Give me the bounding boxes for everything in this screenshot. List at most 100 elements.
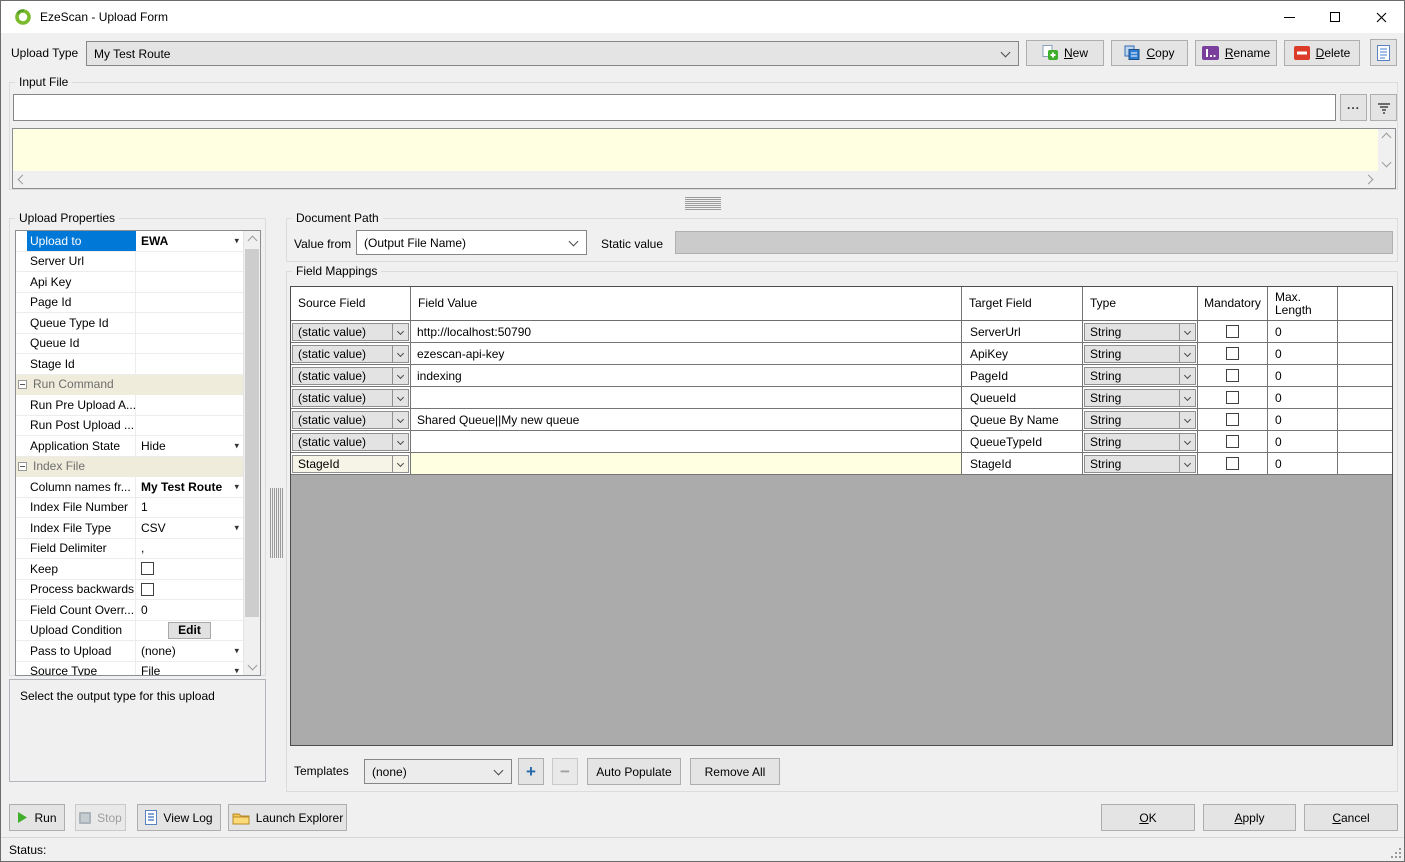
- property-value[interactable]: CSV▾: [136, 518, 243, 538]
- dropdown-arrow-icon[interactable]: ▾: [234, 666, 239, 675]
- max-length-cell[interactable]: 0: [1268, 431, 1338, 452]
- minimize-button[interactable]: [1266, 1, 1312, 33]
- type-dropdown[interactable]: String: [1084, 323, 1196, 341]
- mandatory-checkbox[interactable]: [1226, 391, 1239, 404]
- upload-type-combobox[interactable]: My Test Route: [86, 41, 1019, 66]
- property-row[interactable]: Upload ConditionEdit: [16, 621, 243, 642]
- field-value-cell[interactable]: Shared Queue||My new queue: [411, 409, 962, 430]
- type-dropdown[interactable]: String: [1084, 389, 1196, 407]
- vertical-scrollbar[interactable]: [1378, 129, 1395, 171]
- property-row[interactable]: Queue Type Id: [16, 313, 243, 334]
- view-log-button[interactable]: View Log: [137, 804, 221, 831]
- chevron-down-icon[interactable]: [1179, 390, 1195, 406]
- property-value[interactable]: [136, 272, 243, 292]
- horizontal-splitter[interactable]: [685, 197, 721, 210]
- dropdown-arrow-icon[interactable]: ▾: [234, 481, 239, 492]
- vertical-splitter[interactable]: [270, 488, 283, 558]
- chevron-down-icon[interactable]: [1179, 412, 1195, 428]
- source-field-dropdown[interactable]: (static value): [292, 433, 409, 451]
- chevron-down-icon[interactable]: [392, 434, 408, 450]
- mandatory-checkbox[interactable]: [1226, 435, 1239, 448]
- field-value-cell[interactable]: http://localhost:50790: [411, 321, 962, 342]
- edit-button[interactable]: Edit: [168, 622, 211, 639]
- scroll-down-icon[interactable]: [248, 661, 258, 671]
- property-value[interactable]: EWA▾: [136, 231, 243, 251]
- dropdown-arrow-icon[interactable]: ▾: [234, 522, 239, 533]
- scrollbar-thumb[interactable]: [245, 249, 259, 617]
- remove-template-button[interactable]: −: [552, 758, 578, 785]
- chevron-down-icon[interactable]: [392, 412, 408, 428]
- property-row[interactable]: Queue Id: [16, 334, 243, 355]
- input-file-path-field[interactable]: [13, 94, 1336, 121]
- property-row[interactable]: Stage Id: [16, 354, 243, 375]
- property-value[interactable]: ,: [136, 539, 243, 559]
- type-dropdown[interactable]: String: [1084, 433, 1196, 451]
- property-value[interactable]: [136, 293, 243, 313]
- property-value[interactable]: [136, 252, 243, 272]
- collapse-expander-icon[interactable]: [18, 462, 27, 471]
- property-row[interactable]: Process backwards: [16, 580, 243, 601]
- delete-button[interactable]: Delete: [1284, 40, 1360, 66]
- property-row[interactable]: Keep: [16, 559, 243, 580]
- checkbox[interactable]: [141, 583, 154, 596]
- field-value-cell[interactable]: indexing: [411, 365, 962, 386]
- property-row[interactable]: Source TypeFile▾: [16, 662, 243, 676]
- notes-button[interactable]: [1370, 39, 1397, 66]
- chevron-down-icon[interactable]: [1179, 368, 1195, 384]
- mandatory-checkbox[interactable]: [1226, 347, 1239, 360]
- property-value[interactable]: [136, 559, 243, 579]
- property-value[interactable]: 0: [136, 600, 243, 620]
- max-length-cell[interactable]: 0: [1268, 343, 1338, 364]
- property-row[interactable]: Upload toEWA▾: [16, 231, 243, 252]
- type-dropdown[interactable]: String: [1084, 367, 1196, 385]
- property-row[interactable]: Application StateHide▾: [16, 436, 243, 457]
- chevron-down-icon[interactable]: [1179, 324, 1195, 340]
- property-value[interactable]: [136, 354, 243, 374]
- property-value[interactable]: Edit: [136, 621, 243, 641]
- property-value[interactable]: [136, 580, 243, 600]
- chevron-down-icon[interactable]: [1179, 346, 1195, 362]
- property-grid-scrollbar[interactable]: [243, 231, 260, 675]
- stop-button[interactable]: Stop: [75, 804, 126, 831]
- field-value-cell[interactable]: ezescan-api-key: [411, 343, 962, 364]
- scroll-right-icon[interactable]: [1364, 175, 1374, 185]
- dropdown-arrow-icon[interactable]: ▾: [234, 440, 239, 451]
- dropdown-arrow-icon[interactable]: ▾: [234, 645, 239, 656]
- chevron-down-icon[interactable]: [1179, 434, 1195, 450]
- scroll-up-icon[interactable]: [1382, 133, 1392, 143]
- property-row[interactable]: Index File Number1: [16, 498, 243, 519]
- type-dropdown[interactable]: String: [1084, 455, 1196, 473]
- property-value[interactable]: Hide▾: [136, 436, 243, 456]
- type-dropdown[interactable]: String: [1084, 411, 1196, 429]
- type-dropdown[interactable]: String: [1084, 345, 1196, 363]
- chevron-down-icon[interactable]: [392, 390, 408, 406]
- scroll-left-icon[interactable]: [18, 175, 28, 185]
- property-row[interactable]: Column names fr...My Test Route▾: [16, 477, 243, 498]
- mandatory-checkbox[interactable]: [1226, 413, 1239, 426]
- property-value[interactable]: [136, 416, 243, 436]
- auto-populate-button[interactable]: Auto Populate: [587, 758, 681, 785]
- max-length-cell[interactable]: 0: [1268, 453, 1338, 474]
- field-value-cell[interactable]: [411, 431, 962, 452]
- source-field-dropdown[interactable]: StageId: [292, 455, 409, 473]
- dropdown-arrow-icon[interactable]: ▾: [234, 235, 239, 246]
- remove-all-button[interactable]: Remove All: [690, 758, 780, 785]
- property-row[interactable]: Server Url: [16, 252, 243, 273]
- checkbox[interactable]: [141, 562, 154, 575]
- property-row[interactable]: Index File TypeCSV▾: [16, 518, 243, 539]
- maximize-button[interactable]: [1312, 1, 1358, 33]
- property-row[interactable]: Pass to Upload(none)▾: [16, 641, 243, 662]
- property-row[interactable]: Page Id: [16, 293, 243, 314]
- filter-button[interactable]: [1370, 94, 1397, 121]
- chevron-down-icon[interactable]: [392, 346, 408, 362]
- chevron-down-icon[interactable]: [392, 456, 408, 472]
- property-row[interactable]: Run Pre Upload A...: [16, 395, 243, 416]
- ok-button[interactable]: OK: [1101, 804, 1195, 831]
- scroll-down-icon[interactable]: [1382, 158, 1392, 168]
- apply-button[interactable]: Apply: [1203, 804, 1296, 831]
- property-value[interactable]: 1: [136, 498, 243, 518]
- source-field-dropdown[interactable]: (static value): [292, 389, 409, 407]
- max-length-cell[interactable]: 0: [1268, 387, 1338, 408]
- property-value[interactable]: File▾: [136, 662, 243, 676]
- property-row[interactable]: Index File: [16, 457, 243, 478]
